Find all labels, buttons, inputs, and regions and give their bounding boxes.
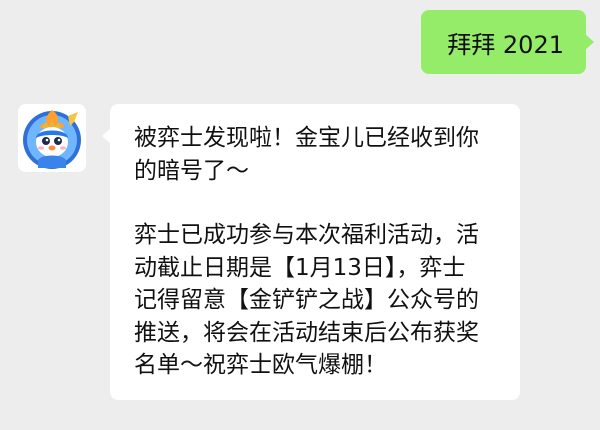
chat-area: 拜拜 2021 被弈士发现啦！金宝儿已经收到你 的暗号了～ 弈士已成功参与本次福… (0, 0, 600, 430)
outgoing-message: 拜拜 2021 (421, 10, 594, 74)
outgoing-message-text: 拜拜 2021 (447, 30, 564, 59)
incoming-paragraph-1: 被弈士发现啦！金宝儿已经收到你 的暗号了～ (134, 125, 479, 184)
outgoing-bubble[interactable]: 拜拜 2021 (421, 10, 594, 74)
incoming-paragraph-2: 弈士已成功参与本次福利活动，活 动截止日期是【1月13日】，弈士 记得留意【金铲… (134, 222, 479, 378)
incoming-bubble[interactable]: 被弈士发现啦！金宝儿已经收到你 的暗号了～ 弈士已成功参与本次福利活动，活 动截… (102, 104, 520, 400)
penguin-mascot-avatar-icon[interactable] (18, 104, 86, 172)
